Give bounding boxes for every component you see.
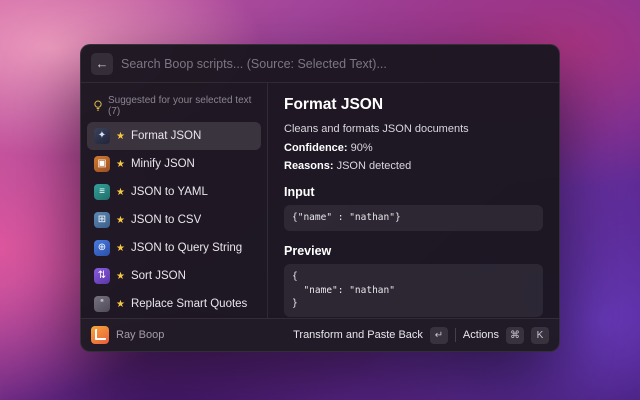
footer-divider (455, 328, 456, 342)
list-item-json-to-csv[interactable]: ⊞ ★ JSON to CSV (87, 206, 261, 234)
package-icon: ▣ (94, 156, 110, 172)
list-item-label: JSON to Query String (131, 242, 242, 254)
ray-boop-icon (91, 326, 109, 344)
favorite-star-icon: ★ (116, 215, 125, 226)
reasons-label: Reasons: (284, 160, 334, 172)
list-item-json-to-query-string[interactable]: ⊕ ★ JSON to Query String (87, 234, 261, 262)
favorite-star-icon: ★ (116, 159, 125, 170)
search-bar: ← (81, 45, 559, 83)
list-item-label: JSON to CSV (131, 214, 201, 226)
app-name: Ray Boop (116, 329, 164, 341)
scripts-list: Suggested for your selected text (7) ✦ ★… (81, 83, 267, 318)
k-keycap[interactable]: K (531, 327, 549, 344)
list-item-label: Sort JSON (131, 270, 186, 282)
detail-panel: Format JSON Cleans and formats JSON docu… (267, 83, 559, 318)
suggested-section-header: Suggested for your selected text (7) (87, 89, 261, 122)
confidence-label: Confidence: (284, 142, 348, 154)
reasons-value: JSON detected (334, 160, 412, 172)
suggested-section-label: Suggested for your selected text (7) (108, 95, 255, 117)
actions-button[interactable]: Actions (463, 329, 499, 341)
globe-icon: ⊕ (94, 240, 110, 256)
favorite-star-icon: ★ (116, 187, 125, 198)
preview-section-title: Preview (284, 244, 543, 258)
footer-app: Ray Boop (91, 326, 164, 344)
reasons-line: Reasons: JSON detected (284, 160, 543, 172)
input-section-title: Input (284, 185, 543, 199)
detail-title: Format JSON (284, 96, 543, 114)
sort-icon: ⇅ (94, 268, 110, 284)
list-item-label: Format JSON (131, 130, 201, 142)
enter-keycap[interactable]: ↵ (430, 327, 448, 344)
list-item-label: Replace Smart Quotes (131, 298, 247, 310)
lightbulb-icon (93, 100, 103, 112)
cmd-keycap[interactable]: ⌘ (506, 327, 524, 344)
speech-bubble-icon: “ (94, 296, 110, 312)
list-item-replace-smart-quotes[interactable]: “ ★ Replace Smart Quotes (87, 290, 261, 318)
content-area: Suggested for your selected text (7) ✦ ★… (81, 83, 559, 318)
list-item-label: Minify JSON (131, 158, 195, 170)
confidence-value: 90% (348, 142, 373, 154)
favorite-star-icon: ★ (116, 131, 125, 142)
sparkles-icon: ✦ (94, 128, 110, 144)
detail-description: Cleans and formats JSON documents (284, 123, 543, 135)
footer-actions: Transform and Paste Back ↵ Actions ⌘ K (293, 327, 549, 344)
list-item-format-json[interactable]: ✦ ★ Format JSON (87, 122, 261, 150)
favorite-star-icon: ★ (116, 271, 125, 282)
action-bar: Ray Boop Transform and Paste Back ↵ Acti… (81, 318, 559, 351)
confidence-line: Confidence: 90% (284, 142, 543, 154)
list-item-label: JSON to YAML (131, 186, 208, 198)
preview-code-box: { "name": "nathan" } (284, 264, 543, 317)
launcher-window: ← Suggested for your selected text (7) ✦… (80, 44, 560, 352)
list-item-json-to-yaml[interactable]: ≡ ★ JSON to YAML (87, 178, 261, 206)
favorite-star-icon: ★ (116, 243, 125, 254)
favorite-star-icon: ★ (116, 299, 125, 310)
search-input[interactable] (121, 57, 549, 71)
list-item-sort-json[interactable]: ⇅ ★ Sort JSON (87, 262, 261, 290)
csv-icon: ⊞ (94, 212, 110, 228)
yaml-icon: ≡ (94, 184, 110, 200)
list-item-minify-json[interactable]: ▣ ★ Minify JSON (87, 150, 261, 178)
transform-paste-back-button[interactable]: Transform and Paste Back (293, 329, 423, 341)
input-code-box: {"name" : "nathan"} (284, 205, 543, 231)
back-button[interactable]: ← (91, 53, 113, 75)
